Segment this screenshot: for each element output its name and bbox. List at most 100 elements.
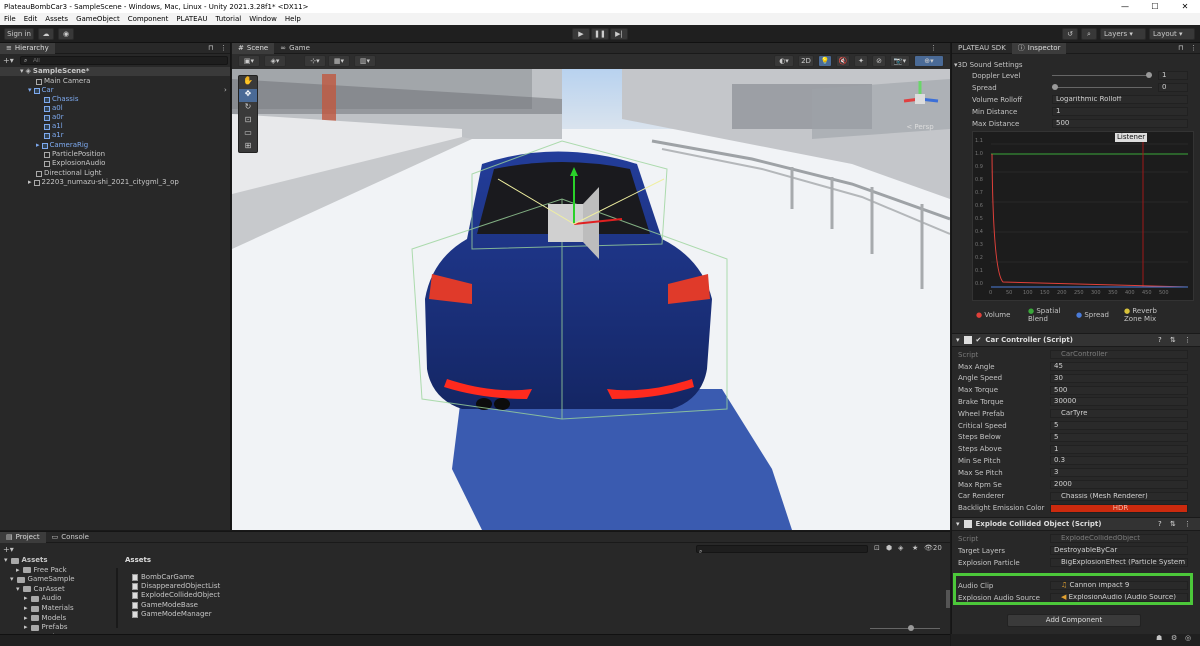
status-icon[interactable]: ◎ bbox=[1185, 634, 1191, 642]
filter-type-icon[interactable]: ⊡ bbox=[874, 544, 880, 552]
hierarchy-item-camerarig[interactable]: ▸ CameraRig bbox=[36, 141, 88, 150]
hierarchy-item-explosionaudio[interactable]: ExplosionAudio bbox=[44, 159, 105, 168]
hidden-objects-icon[interactable]: ⊘ bbox=[872, 55, 886, 67]
cc-field-value[interactable]: 30 bbox=[1050, 373, 1188, 383]
icon-size-slider[interactable] bbox=[908, 625, 914, 631]
component-menu-icon[interactable]: ⋮ bbox=[1184, 336, 1191, 344]
mode-2d-button[interactable]: 2D bbox=[798, 55, 814, 67]
hidden-count-icon[interactable]: 👁20 bbox=[924, 544, 942, 552]
sign-in-button[interactable]: Sign in bbox=[4, 28, 34, 40]
project-file-item[interactable]: BombCarGame bbox=[132, 573, 194, 582]
menu-window[interactable]: Window bbox=[245, 15, 281, 23]
project-folder-item[interactable]: ▸ Prefabs bbox=[24, 623, 68, 632]
cc-field-value[interactable]: HDR bbox=[1050, 503, 1188, 513]
tab-game[interactable]: ∞ Game bbox=[274, 43, 316, 54]
audio-clip-field[interactable]: ♫ Cannon impact 9 bbox=[1050, 581, 1188, 590]
preset-icon[interactable]: ⇅ bbox=[1170, 520, 1176, 528]
tree-scrollbar[interactable] bbox=[116, 568, 118, 628]
hierarchy-item-citygml[interactable]: ▸ 22203_numazu-shi_2021_citygml_3_op bbox=[28, 178, 179, 187]
project-file-item[interactable]: GameModeManager bbox=[132, 610, 212, 619]
favorite-star-icon[interactable]: ★ bbox=[912, 544, 918, 552]
hierarchy-item-main-camera[interactable]: Main Camera bbox=[36, 77, 90, 86]
hierarchy-search[interactable]: ⌕ bbox=[20, 56, 228, 65]
settings-icon[interactable]: ⚙ bbox=[1171, 634, 1177, 642]
hierarchy-item-particleposition[interactable]: ParticlePosition bbox=[44, 150, 105, 159]
gizmos-dropdown[interactable]: ⊕▾ bbox=[914, 55, 944, 67]
create-button[interactable]: +▾ bbox=[3, 56, 14, 65]
hierarchy-search-input[interactable] bbox=[33, 57, 203, 65]
hierarchy-item-a0l[interactable]: a0l bbox=[44, 104, 63, 113]
hierarchy-item-a1r[interactable]: a1r bbox=[44, 131, 64, 140]
cc-field-value[interactable]: 500 bbox=[1050, 385, 1188, 395]
menu-file[interactable]: File bbox=[0, 15, 20, 23]
project-breadcrumb[interactable]: Assets bbox=[122, 556, 948, 565]
panel-menu-icon[interactable]: ⋮ bbox=[930, 44, 937, 52]
cc-field-value[interactable]: 1 bbox=[1050, 444, 1188, 454]
explosion-audio-source-field[interactable]: ◀ ExplosionAudio (Audio Source) bbox=[1050, 593, 1188, 602]
tab-scene[interactable]: # Scene bbox=[232, 42, 275, 54]
project-folder-item[interactable]: ▸ Free Pack bbox=[16, 566, 67, 575]
menu-help[interactable]: Help bbox=[281, 15, 305, 23]
menu-edit[interactable]: Edit bbox=[20, 15, 42, 23]
sound-settings-foldout[interactable]: ▾ 3D Sound Settings bbox=[954, 59, 1184, 70]
file-list-scrollbar[interactable] bbox=[946, 590, 950, 608]
effects-toggle-icon[interactable]: ✦ bbox=[854, 55, 868, 67]
menu-tutorial[interactable]: Tutorial bbox=[211, 15, 245, 23]
project-file-item[interactable]: ExplodeCollidedObject bbox=[132, 591, 220, 600]
hierarchy-item-samplescene[interactable]: ▾ ◈ SampleScene* bbox=[0, 67, 230, 76]
menu-plateau[interactable]: PLATEAU bbox=[172, 15, 211, 23]
hierarchy-item-chassis[interactable]: Chassis bbox=[44, 95, 79, 104]
rect-tool-icon[interactable]: ▭ bbox=[239, 128, 257, 141]
transform-tool-icon[interactable]: ⊞ bbox=[239, 141, 257, 154]
layers-dropdown[interactable]: Layers ▾ bbox=[1100, 28, 1146, 40]
spread-value[interactable]: 0 bbox=[1158, 83, 1188, 92]
move-tool-icon[interactable]: ✥ bbox=[239, 89, 257, 102]
draw-mode-dropdown[interactable]: ▣▾ bbox=[238, 55, 260, 67]
target-layers-dropdown[interactable]: DestroyableByCar bbox=[1050, 546, 1188, 555]
lock-icon[interactable]: ⊓ bbox=[1178, 44, 1183, 52]
lock-icon[interactable]: ⊓ bbox=[208, 44, 213, 52]
gizmo-mode-dropdown[interactable]: ◈▾ bbox=[264, 55, 286, 67]
cc-field-value[interactable]: 5 bbox=[1050, 432, 1188, 442]
hierarchy-item-a0r[interactable]: a0r bbox=[44, 113, 64, 122]
car-controller-header[interactable]: ▾ ✔ Car Controller (Script) ? ⇅ ⋮ bbox=[952, 333, 1200, 347]
slider-knob[interactable] bbox=[1146, 72, 1152, 78]
min-distance-field[interactable]: 1 bbox=[1052, 107, 1188, 116]
project-folder-item[interactable]: ▾ CarAsset bbox=[16, 585, 65, 594]
doppler-level-slider[interactable] bbox=[1052, 71, 1152, 80]
project-file-item[interactable]: DisappearedObjectList bbox=[132, 582, 220, 591]
preset-icon[interactable]: ⇅ bbox=[1170, 336, 1176, 344]
tab-hierarchy[interactable]: ≡ Hierarchy bbox=[0, 42, 55, 54]
spread-slider[interactable] bbox=[1052, 83, 1152, 92]
project-create-button[interactable]: +▾ bbox=[3, 545, 14, 554]
help-icon[interactable]: ? bbox=[1158, 520, 1162, 528]
project-folder-item[interactable]: ▸ Audio bbox=[24, 594, 61, 603]
rolloff-graph[interactable]: Listener 1.1 1.0 0.9 0.8 0.7 0.6 0.5 0.4 0.3 0.2 0… bbox=[972, 131, 1194, 301]
hierarchy-item-car[interactable]: ▾ Car bbox=[28, 86, 54, 95]
rotate-tool-icon[interactable]: ↻ bbox=[239, 102, 257, 115]
slider-knob[interactable] bbox=[1052, 84, 1058, 90]
panel-menu-icon[interactable]: ⋮ bbox=[1190, 44, 1197, 52]
cc-field-value[interactable]: 2000 bbox=[1050, 480, 1188, 489]
hierarchy-item-a1l[interactable]: a1l bbox=[44, 122, 63, 131]
orientation-gizmo[interactable]: < Persp bbox=[898, 77, 942, 137]
pause-button[interactable]: ❚❚ bbox=[591, 28, 609, 40]
camera-settings-icon[interactable]: 📷▾ bbox=[890, 55, 910, 67]
cc-field-value[interactable]: 0.3 bbox=[1050, 456, 1188, 466]
cc-field-value[interactable]: 45 bbox=[1050, 362, 1188, 371]
snap-dropdown[interactable]: ▥▾ bbox=[354, 55, 376, 67]
filter-search-icon[interactable]: ◈ bbox=[898, 544, 903, 552]
notification-icon[interactable]: ☗ bbox=[1156, 634, 1162, 642]
menu-component[interactable]: Component bbox=[124, 15, 173, 23]
cc-field-value[interactable]: 5 bbox=[1050, 421, 1188, 430]
global-dropdown[interactable]: ▦▾ bbox=[328, 55, 350, 67]
cloud-icon[interactable]: ☁ bbox=[38, 28, 54, 40]
tab-plateau-sdk[interactable]: PLATEAU SDK bbox=[952, 43, 1012, 54]
panel-menu-icon[interactable]: ⋮ bbox=[220, 44, 227, 52]
scale-tool-icon[interactable]: ⊡ bbox=[239, 115, 257, 128]
collab-icon[interactable]: ◉ bbox=[58, 28, 74, 40]
history-icon[interactable]: ↺ bbox=[1062, 28, 1078, 40]
pivot-dropdown[interactable]: ⊹▾ bbox=[304, 55, 326, 67]
project-folder-item[interactable]: ▸ Materials bbox=[24, 604, 74, 613]
cc-field-value[interactable]: Chassis (Mesh Renderer) bbox=[1050, 491, 1188, 501]
